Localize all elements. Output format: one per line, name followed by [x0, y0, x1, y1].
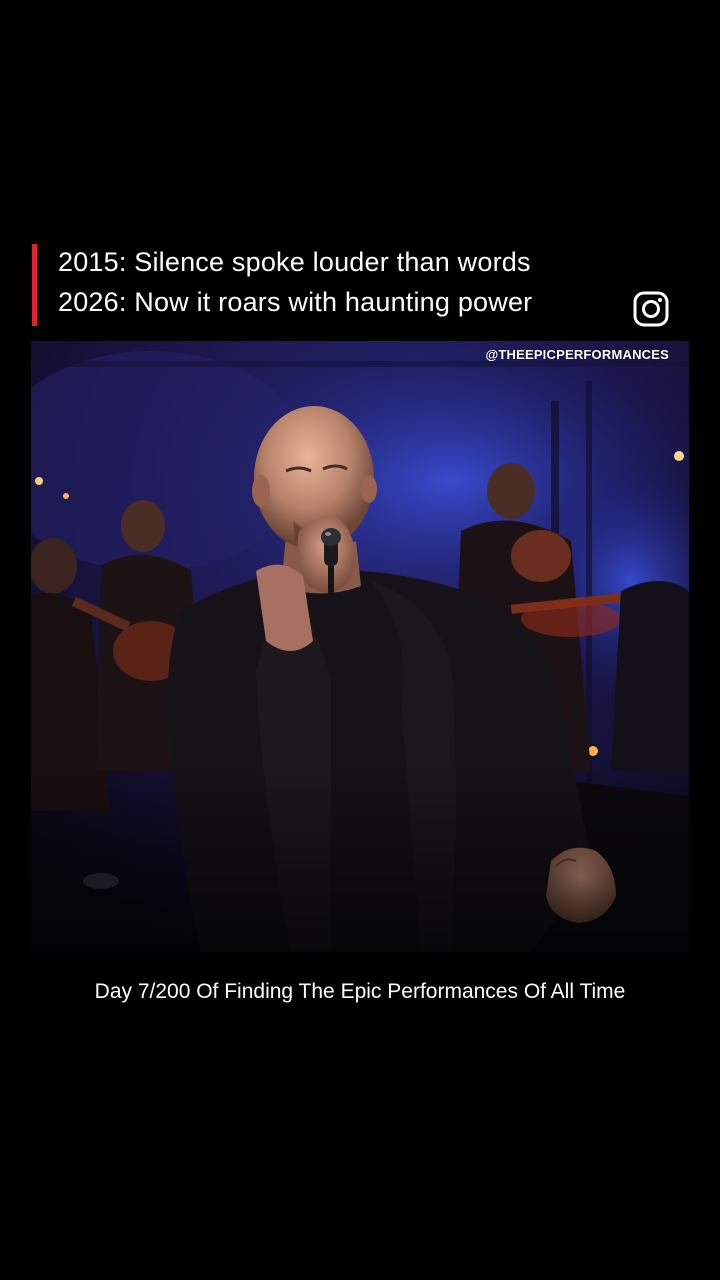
- video-frame[interactable]: @THEEPICPERFORMANCES: [31, 341, 689, 952]
- footer-caption: Day 7/200 Of Finding The Epic Performanc…: [94, 980, 626, 1003]
- instagram-icon[interactable]: [632, 290, 670, 328]
- caption-accent-bar: [32, 244, 37, 326]
- performance-image: [31, 341, 689, 952]
- caption-block: 2015: Silence spoke louder than words 20…: [32, 244, 672, 328]
- caption-line-1: 2015: Silence spoke louder than words: [58, 247, 531, 277]
- caption-line-2: 2026: Now it roars with haunting power: [58, 287, 533, 317]
- watermark: @THEEPICPERFORMANCES: [485, 347, 669, 362]
